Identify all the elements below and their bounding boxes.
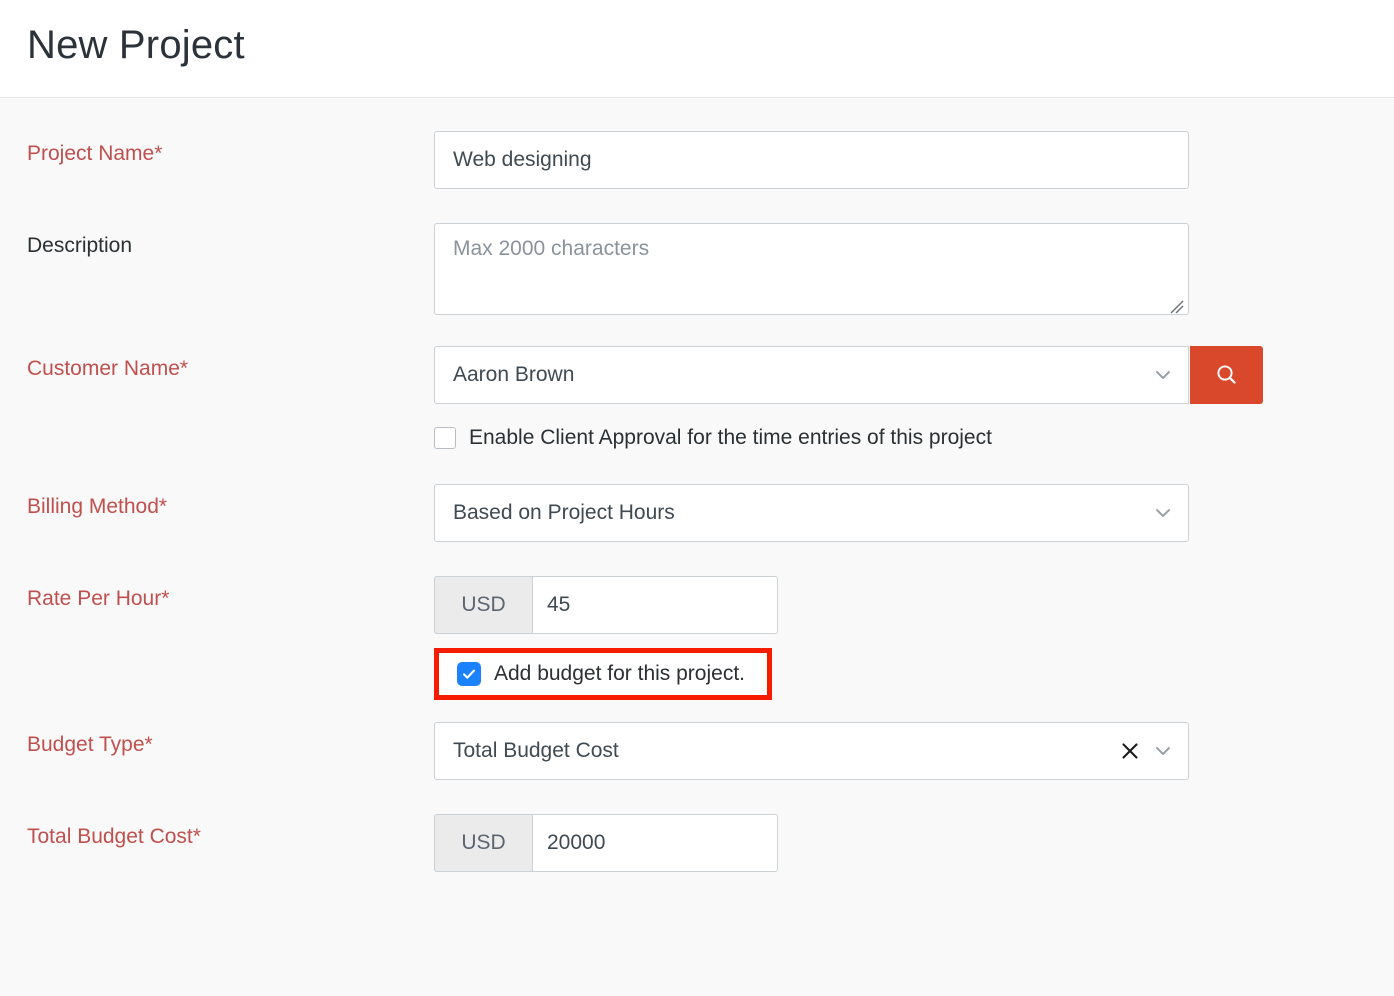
billing-method-select[interactable]: Based on Project Hours [434,484,1189,542]
budget-type-select[interactable]: Total Budget Cost [434,722,1189,780]
new-project-form: Project Name* Description Customer Name* [0,98,1394,872]
control-total-budget-cost: USD [434,814,1394,872]
add-budget-row[interactable]: Add budget for this project. [457,662,745,686]
label-description: Description [27,234,133,257]
label-add-budget-spacer [27,648,434,658]
client-approval-checkbox[interactable] [434,427,456,449]
customer-search-button[interactable] [1190,346,1263,404]
rate-per-hour-input[interactable] [532,576,778,634]
control-client-approval: Enable Client Approval for the time entr… [434,426,1394,450]
budget-type-select-wrap: Total Budget Cost [434,722,1189,780]
control-budget-type: Total Budget Cost [434,722,1394,780]
control-billing-method: Based on Project Hours [434,484,1394,542]
add-budget-checkbox[interactable] [457,662,481,686]
check-icon [462,669,476,679]
add-budget-label: Add budget for this project. [494,662,745,685]
label-billing-method: Billing Method* [27,495,168,518]
add-budget-highlight: Add budget for this project. [434,648,772,700]
close-icon[interactable] [1119,740,1141,762]
label-customer-name: Customer Name* [27,357,189,380]
page-title: New Project [27,22,245,67]
budget-type-value: Total Budget Cost [453,739,619,762]
customer-name-select[interactable]: Aaron Brown [434,346,1189,404]
label-project-name: Project Name* [27,142,163,165]
form-row-customer-name: Customer Name* Aaron Brown [0,346,1394,404]
label-budget-type: Budget Type* [27,733,153,756]
rate-per-hour-group: USD [434,576,1394,634]
form-row-budget-type: Budget Type* Total Budget Cost [0,722,1394,780]
client-approval-label: Enable Client Approval for the time entr… [469,426,992,449]
customer-name-value: Aaron Brown [453,363,575,386]
page-header: New Project [0,0,1394,98]
form-row-rate-per-hour: Rate Per Hour* USD [0,576,1394,634]
form-row-client-approval: Enable Client Approval for the time entr… [0,426,1394,450]
form-row-billing-method: Billing Method* Based on Project Hours [0,484,1394,542]
rate-currency-prefix: USD [434,576,532,634]
form-row-description: Description [0,223,1394,320]
total-budget-currency-prefix: USD [434,814,532,872]
form-row-add-budget: Add budget for this project. [0,648,1394,700]
form-row-project-name: Project Name* [0,131,1394,189]
search-icon [1216,365,1236,384]
description-wrap [434,223,1189,320]
billing-method-value: Based on Project Hours [453,501,675,524]
control-description [434,223,1394,320]
control-rate-per-hour: USD [434,576,1394,634]
client-approval-row[interactable]: Enable Client Approval for the time entr… [434,426,1394,450]
customer-lookup-group: Aaron Brown [434,346,1394,404]
label-rate-per-hour: Rate Per Hour* [27,587,170,610]
billing-method-select-wrap: Based on Project Hours [434,484,1189,542]
total-budget-cost-group: USD [434,814,1394,872]
control-customer-name: Aaron Brown [434,346,1394,404]
description-textarea[interactable] [434,223,1189,315]
control-add-budget: Add budget for this project. [434,648,1394,700]
customer-select-wrap: Aaron Brown [434,346,1189,404]
project-name-input[interactable] [434,131,1189,189]
total-budget-cost-input[interactable] [532,814,778,872]
label-client-approval-spacer [27,426,434,436]
form-row-total-budget-cost: Total Budget Cost* USD [0,814,1394,872]
label-total-budget-cost: Total Budget Cost* [27,825,201,848]
control-project-name [434,131,1394,189]
